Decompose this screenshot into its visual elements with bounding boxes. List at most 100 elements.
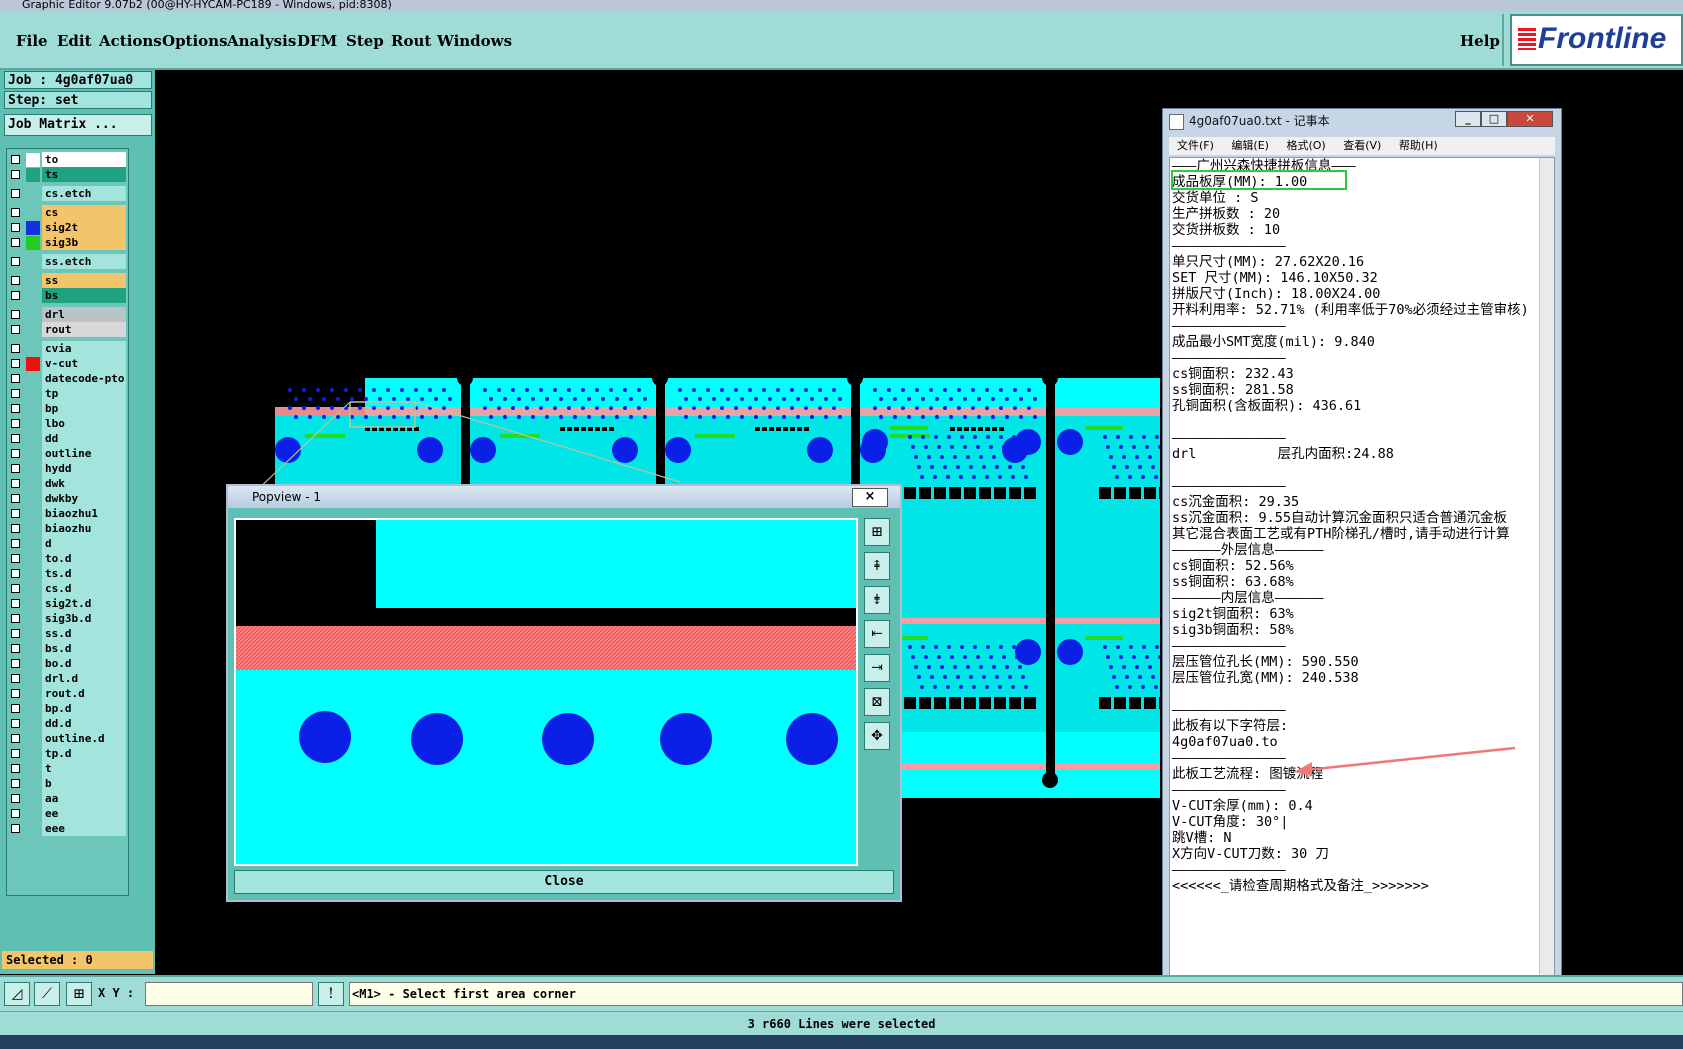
layer-checkbox[interactable] xyxy=(11,189,20,198)
layer-name[interactable]: outline.d xyxy=(42,731,126,746)
notepad-vertical-scrollbar[interactable] xyxy=(1539,158,1554,988)
layer-name[interactable]: bs xyxy=(42,288,126,303)
layer-checkbox[interactable] xyxy=(11,276,20,285)
layer-checkbox[interactable] xyxy=(11,404,20,413)
pan-up-icon[interactable]: ⇞ xyxy=(864,552,890,580)
measure-icon[interactable]: ◿ xyxy=(4,982,30,1006)
layer-row[interactable]: ss xyxy=(7,273,128,289)
layer-name[interactable]: tp xyxy=(42,386,126,401)
layer-row[interactable]: bo.d xyxy=(7,656,128,672)
layer-name[interactable]: ss xyxy=(42,273,126,288)
np-menu-file[interactable]: 文件(F) xyxy=(1177,139,1214,152)
layer-name[interactable]: sig3b xyxy=(42,235,126,250)
menu-actions[interactable]: Actions xyxy=(99,32,162,50)
layer-row[interactable]: ts xyxy=(7,167,128,183)
zoom-in-icon[interactable]: ⊞ xyxy=(864,518,890,546)
layer-row[interactable]: sig3b.d xyxy=(7,611,128,627)
layer-name[interactable]: v-cut xyxy=(42,356,126,371)
layer-checkbox[interactable] xyxy=(11,794,20,803)
layer-checkbox[interactable] xyxy=(11,629,20,638)
layer-row[interactable]: ee xyxy=(7,806,128,822)
layer-name[interactable]: to.d xyxy=(42,551,126,566)
layer-row[interactable]: bs.d xyxy=(7,641,128,657)
layer-checkbox[interactable] xyxy=(11,170,20,179)
layer-name[interactable]: cs xyxy=(42,205,126,220)
layer-name[interactable]: ss.etch xyxy=(42,254,126,269)
layer-name[interactable]: biaozhu1 xyxy=(42,506,126,521)
layer-checkbox[interactable] xyxy=(11,479,20,488)
layer-name[interactable]: bo.d xyxy=(42,656,126,671)
layer-row[interactable]: d xyxy=(7,536,128,552)
layer-name[interactable]: to xyxy=(42,152,126,167)
xy-input[interactable] xyxy=(145,982,313,1006)
layer-row[interactable]: lbo xyxy=(7,416,128,432)
layer-checkbox[interactable] xyxy=(11,674,20,683)
layer-checkbox[interactable] xyxy=(11,524,20,533)
layer-name[interactable]: rout xyxy=(42,322,126,337)
layer-name[interactable]: dwk xyxy=(42,476,126,491)
menu-help[interactable]: Help xyxy=(1460,32,1500,50)
layer-checkbox[interactable] xyxy=(11,344,20,353)
pan-right-icon[interactable]: ⇥ xyxy=(864,654,890,682)
layer-row[interactable]: outline xyxy=(7,446,128,462)
layer-row[interactable]: cvia xyxy=(7,341,128,357)
layer-name[interactable]: d xyxy=(42,536,126,551)
layer-checkbox[interactable] xyxy=(11,644,20,653)
layer-row[interactable]: rout xyxy=(7,322,128,338)
zoom-fit-icon[interactable]: ✥ xyxy=(864,722,890,750)
layer-name[interactable]: sig2t xyxy=(42,220,126,235)
layer-checkbox[interactable] xyxy=(11,310,20,319)
np-menu-help[interactable]: 帮助(H) xyxy=(1399,139,1438,152)
menu-step[interactable]: Step xyxy=(346,32,384,50)
layer-name[interactable]: rout.d xyxy=(42,686,126,701)
layer-row[interactable]: bp.d xyxy=(7,701,128,717)
layer-row[interactable]: datecode-pto xyxy=(7,371,128,387)
layer-checkbox[interactable] xyxy=(11,539,20,548)
layer-checkbox[interactable] xyxy=(11,779,20,788)
layer-checkbox[interactable] xyxy=(11,389,20,398)
layer-name[interactable]: b xyxy=(42,776,126,791)
layer-checkbox[interactable] xyxy=(11,464,20,473)
np-menu-view[interactable]: 查看(V) xyxy=(1343,139,1381,152)
np-menu-format[interactable]: 格式(O) xyxy=(1286,139,1325,152)
layer-name[interactable]: dd.d xyxy=(42,716,126,731)
layer-name[interactable]: eee xyxy=(42,821,126,836)
layer-checkbox[interactable] xyxy=(11,614,20,623)
grid-icon[interactable]: ⊞ xyxy=(66,982,92,1006)
pan-down-icon[interactable]: ⇟ xyxy=(864,586,890,614)
layer-name[interactable]: cs.etch xyxy=(42,186,126,201)
layer-checkbox[interactable] xyxy=(11,569,20,578)
layer-row[interactable]: to.d xyxy=(7,551,128,567)
layer-name[interactable]: aa xyxy=(42,791,126,806)
layer-checkbox[interactable] xyxy=(11,359,20,368)
layer-row[interactable]: sig3b xyxy=(7,235,128,251)
layer-name[interactable]: sig2t.d xyxy=(42,596,126,611)
zoom-out-icon[interactable]: ⊠ xyxy=(864,688,890,716)
layer-row[interactable]: biaozhu xyxy=(7,521,128,537)
layer-name[interactable]: bs.d xyxy=(42,641,126,656)
layer-checkbox[interactable] xyxy=(11,509,20,518)
layer-checkbox[interactable] xyxy=(11,449,20,458)
layer-checkbox[interactable] xyxy=(11,659,20,668)
layer-row[interactable]: tp.d xyxy=(7,746,128,762)
layer-row[interactable]: dwkby xyxy=(7,491,128,507)
layer-row[interactable]: dd xyxy=(7,431,128,447)
layer-row[interactable]: sig2t.d xyxy=(7,596,128,612)
layer-row[interactable]: ss.d xyxy=(7,626,128,642)
layer-row[interactable]: b xyxy=(7,776,128,792)
layer-name[interactable]: lbo xyxy=(42,416,126,431)
layer-name[interactable]: drl xyxy=(42,307,126,322)
layer-checkbox[interactable] xyxy=(11,719,20,728)
layer-row[interactable]: cs xyxy=(7,205,128,221)
layer-name[interactable]: bp xyxy=(42,401,126,416)
layer-row[interactable]: ss.etch xyxy=(7,254,128,270)
layer-row[interactable]: v-cut xyxy=(7,356,128,372)
layer-name[interactable]: t xyxy=(42,761,126,776)
layer-name[interactable]: datecode-pto xyxy=(42,371,126,386)
menu-rout[interactable]: Rout xyxy=(391,32,431,50)
layer-row[interactable]: cs.d xyxy=(7,581,128,597)
notepad-text-area[interactable]: ———广州兴森快捷拼板信息——— 成品板厚(MM): 1.00 交货单位 : S 生产… xyxy=(1169,157,1555,1003)
menu-windows[interactable]: Windows xyxy=(437,32,512,50)
layer-name[interactable]: hydd xyxy=(42,461,126,476)
layer-row[interactable]: outline.d xyxy=(7,731,128,747)
